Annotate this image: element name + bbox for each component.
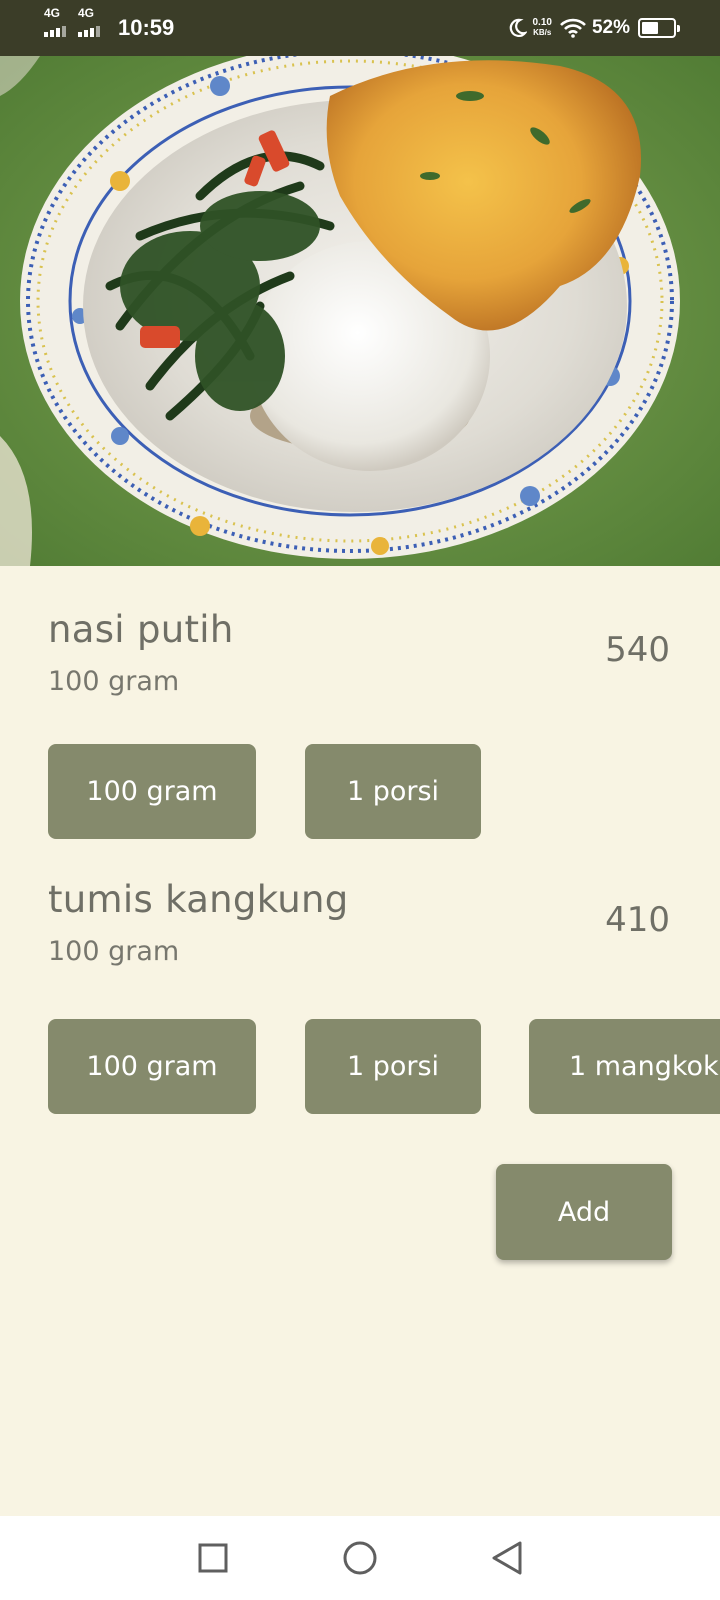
moon-icon bbox=[509, 18, 527, 37]
add-button[interactable]: Add bbox=[496, 1164, 672, 1260]
food-name: tumis kangkung bbox=[48, 878, 349, 921]
food-photo bbox=[0, 56, 720, 566]
status-right: 0.10 KB/s 52% bbox=[507, 17, 680, 39]
portion-option-1-mangkok[interactable]: 1 mangkok bbox=[529, 1019, 720, 1114]
food-quantity: 100 gram bbox=[48, 936, 180, 967]
food-list: nasi putih 100 gram 540 100 gram 1 porsi… bbox=[0, 566, 720, 1516]
battery-icon bbox=[638, 18, 680, 38]
network-type-2: 4G bbox=[78, 5, 95, 20]
portion-option-1-porsi[interactable]: 1 porsi bbox=[305, 744, 481, 839]
status-bar: 4G 4G 10:59 0.10 KB/s 52% bbox=[0, 0, 720, 56]
food-calories: 410 bbox=[605, 900, 670, 940]
clock: 10:59 bbox=[118, 15, 175, 40]
square-icon[interactable] bbox=[189, 1534, 237, 1582]
triangle-back-icon[interactable] bbox=[483, 1534, 531, 1582]
food-name: nasi putih bbox=[48, 608, 234, 651]
status-left: 4G 4G 10:59 bbox=[44, 6, 175, 41]
navigation-bar bbox=[0, 1516, 720, 1600]
portion-option-100-gram[interactable]: 100 gram bbox=[48, 1019, 256, 1114]
signal-2-icon: 4G bbox=[78, 6, 100, 37]
food-quantity: 100 gram bbox=[48, 666, 180, 697]
network-speed: 0.10 KB/s bbox=[532, 17, 552, 38]
network-type-1: 4G bbox=[44, 5, 61, 20]
signal-1-icon: 4G bbox=[44, 6, 66, 37]
portion-option-100-gram[interactable]: 100 gram bbox=[48, 744, 256, 839]
circle-icon[interactable] bbox=[336, 1534, 384, 1582]
wifi-icon bbox=[560, 18, 586, 38]
portion-option-1-porsi[interactable]: 1 porsi bbox=[305, 1019, 481, 1114]
battery-percent: 52% bbox=[591, 17, 630, 38]
food-photo-illustration bbox=[0, 56, 720, 566]
food-calories: 540 bbox=[605, 630, 670, 670]
